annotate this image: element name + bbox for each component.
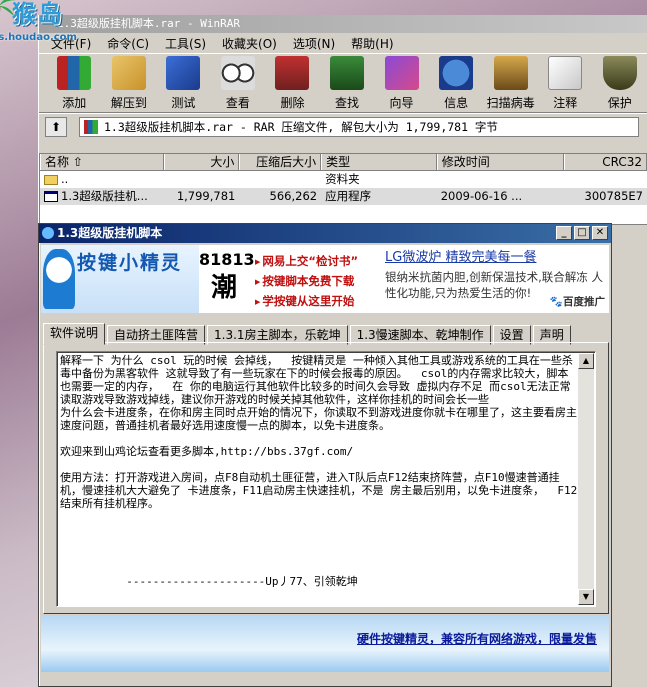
ad-text[interactable]: LG微波炉 精致完美每一餐 银纳米抗菌内胆,创新保温技术,联合解冻 人性化功能,… bbox=[377, 245, 609, 313]
menu-help[interactable]: 帮助(H) bbox=[343, 35, 401, 52]
minimize-button[interactable]: _ bbox=[556, 226, 572, 240]
menu-options[interactable]: 选项(N) bbox=[285, 35, 343, 52]
ad-banner: 按键小精灵 81813 潮 网易上交“检讨书” 按键脚本免费下载 学按键从这里开… bbox=[41, 245, 609, 313]
anjian-logo[interactable]: 按键小精灵 bbox=[41, 245, 199, 313]
watermark-text: 猴岛 bbox=[12, 0, 64, 28]
ad-number-block[interactable]: 81813 潮 bbox=[199, 245, 255, 313]
table-row[interactable]: .. 资料夹 bbox=[40, 171, 647, 188]
footer-banner: 硬件按键精灵，兼容所有网络游戏，限量发售 bbox=[41, 616, 609, 672]
test-button[interactable]: 测试 bbox=[156, 54, 211, 112]
info-icon bbox=[439, 56, 474, 90]
file-list: 名称 ⇧ 大小 压缩后大小 类型 修改时间 CRC32 .. 资料夹 1.3超级… bbox=[39, 153, 647, 225]
books-icon bbox=[57, 56, 92, 90]
column-type[interactable]: 类型 bbox=[321, 154, 437, 170]
close-button[interactable]: ✕ bbox=[592, 226, 608, 240]
delete-button[interactable]: 删除 bbox=[265, 54, 320, 112]
up-folder-button[interactable]: ⬆ bbox=[45, 116, 67, 137]
footer-hardware-link[interactable]: 硬件按键精灵，兼容所有网络游戏，限量发售 bbox=[357, 630, 597, 647]
check-icon bbox=[166, 56, 201, 90]
menu-commands[interactable]: 命令(C) bbox=[99, 35, 157, 52]
baidu-ad-label: 🐾百度推广 bbox=[549, 296, 605, 308]
ad-links: 网易上交“检讨书” 按键脚本免费下载 学按键从这里开始 bbox=[249, 245, 377, 313]
tab-description[interactable]: 软件说明 bbox=[43, 323, 106, 345]
add-button[interactable]: 添加 bbox=[47, 54, 102, 112]
vertical-scrollbar[interactable]: ▲ ▼ bbox=[578, 353, 594, 605]
virus-scan-icon bbox=[493, 56, 528, 90]
wizard-button[interactable]: 向导 bbox=[374, 54, 429, 112]
maximize-button[interactable]: □ bbox=[574, 226, 590, 240]
menu-bar: 文件(F) 命令(C) 工具(S) 收藏夹(O) 选项(N) 帮助(H) bbox=[39, 33, 647, 53]
app-title: 1.3超级版挂机脚本 bbox=[57, 226, 163, 240]
wizard-icon bbox=[384, 56, 419, 90]
description-textarea[interactable]: 解释一下 为什么 csol 玩的时候 会掉线， 按键精灵是 一种倾入其他工具或游… bbox=[56, 351, 596, 607]
delete-icon bbox=[275, 56, 310, 90]
script-app-window: 1.3超级版挂机脚本 _ □ ✕ 按键小精灵 81813 潮 网易上交“检讨书”… bbox=[38, 223, 612, 687]
info-button[interactable]: 信息 bbox=[429, 54, 484, 112]
scroll-up-icon[interactable]: ▲ bbox=[578, 353, 594, 369]
minimize-icon: _ bbox=[561, 227, 567, 238]
path-field[interactable]: 1.3超级版挂机脚本.rar - RAR 压缩文件, 解包大小为 1,799,7… bbox=[79, 116, 639, 137]
table-row[interactable]: 1.3超级版挂机... 1,799,781 566,262 应用程序 2009-… bbox=[40, 188, 647, 205]
maximize-icon: □ bbox=[577, 227, 587, 238]
arrow-up-icon: ⬆ bbox=[50, 119, 62, 134]
paw-icon: 🐾 bbox=[549, 296, 563, 308]
scan-virus-button[interactable]: 扫描病毒 bbox=[483, 54, 538, 112]
description-text: 解释一下 为什么 csol 玩的时候 会掉线， 按键精灵是 一种倾入其他工具或游… bbox=[60, 354, 578, 588]
watermark-logo: 猴岛 bbs.houdao.com bbox=[0, 0, 88, 52]
app-title-bar: 1.3超级版挂机脚本 _ □ ✕ bbox=[39, 224, 611, 243]
protect-button[interactable]: 保护 bbox=[592, 54, 647, 112]
scroll-down-icon[interactable]: ▼ bbox=[578, 589, 594, 605]
sort-arrow-icon: ⇧ bbox=[72, 155, 83, 169]
column-crc[interactable]: CRC32 bbox=[564, 154, 647, 170]
extract-folder-icon bbox=[111, 56, 146, 90]
column-name[interactable]: 名称 ⇧ bbox=[40, 154, 164, 170]
shield-icon bbox=[602, 56, 637, 90]
window-title: 1.3超级版挂机脚本.rar - WinRAR bbox=[39, 15, 647, 33]
extract-to-button[interactable]: 解压到 bbox=[102, 54, 157, 112]
watermark-url: bbs.houdao.com bbox=[0, 32, 77, 43]
folder-icon bbox=[44, 174, 58, 185]
binoculars-icon bbox=[330, 56, 364, 90]
tab-panel: 解释一下 为什么 csol 玩的时候 会掉线， 按键精灵是 一种倾入其他工具或游… bbox=[43, 342, 609, 614]
menu-favorites[interactable]: 收藏夹(O) bbox=[214, 35, 285, 52]
column-modified[interactable]: 修改时间 bbox=[436, 154, 565, 170]
close-icon: ✕ bbox=[595, 227, 605, 238]
app-icon bbox=[42, 227, 54, 239]
ad-link-learn[interactable]: 学按键从这里开始 bbox=[255, 291, 377, 311]
column-packed[interactable]: 压缩后大小 bbox=[239, 154, 322, 170]
view-button[interactable]: 查看 bbox=[211, 54, 266, 112]
ad-link-netease[interactable]: 网易上交“检讨书” bbox=[255, 251, 377, 271]
file-list-header: 名称 ⇧ 大小 压缩后大小 类型 修改时间 CRC32 bbox=[40, 154, 647, 171]
menu-tools[interactable]: 工具(S) bbox=[157, 35, 214, 52]
comment-button[interactable]: 注释 bbox=[538, 54, 593, 112]
glasses-icon bbox=[220, 56, 255, 90]
archive-icon bbox=[84, 119, 98, 134]
application-icon bbox=[44, 191, 58, 202]
ad-headline[interactable]: LG微波炉 精致完美每一餐 bbox=[385, 249, 609, 267]
path-text: 1.3超级版挂机脚本.rar - RAR 压缩文件, 解包大小为 1,799,7… bbox=[104, 119, 498, 134]
ad-link-download[interactable]: 按键脚本免费下载 bbox=[255, 271, 377, 291]
path-bar: ⬆ 1.3超级版挂机脚本.rar - RAR 压缩文件, 解包大小为 1,799… bbox=[39, 113, 647, 139]
sprite-mascot-icon bbox=[43, 249, 75, 309]
toolbar: 添加 解压到 测试 查看 删除 查找 向导 信息 扫描病毒 注释 保护 bbox=[39, 53, 647, 113]
comment-icon bbox=[548, 56, 583, 90]
find-button[interactable]: 查找 bbox=[320, 54, 375, 112]
column-size[interactable]: 大小 bbox=[163, 154, 240, 170]
